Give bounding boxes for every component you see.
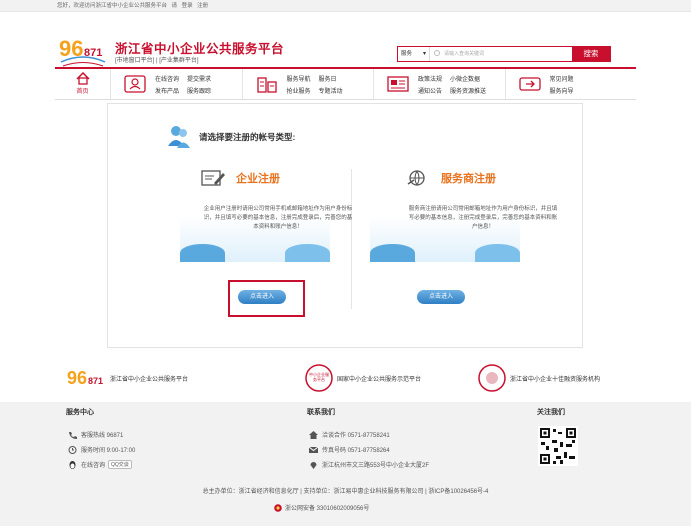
qq-chat-button[interactable]: QQ交谈 — [108, 460, 132, 469]
nav-group-consult: 在线咨询 提交需求 发布产品 服务跟踪 — [110, 69, 242, 99]
top-bar: 您好，欢迎访问浙江省中小企业公共服务平台 请 登录 注册 — [0, 0, 691, 12]
nav-service-guide[interactable]: 服务导航 — [287, 74, 311, 83]
nav-micro-data[interactable]: 小微企数据 — [450, 74, 486, 83]
provider-enter-button[interactable]: 点击进入 — [417, 290, 465, 304]
mail-icon — [309, 446, 318, 453]
hotline: 客服热线 96871 — [68, 430, 123, 439]
award-seal-icon — [478, 364, 506, 392]
main-nav: 首页 在线咨询 提交需求 发布产品 服务跟踪 服务导航 服务日 抢业服务 专题活… — [55, 67, 636, 100]
login-link[interactable]: 登录 — [182, 3, 193, 9]
svg-text:96: 96 — [67, 368, 87, 388]
login-prompt: 请 — [171, 3, 178, 9]
nav-special-events[interactable]: 专题活动 — [319, 86, 343, 95]
clock-icon — [68, 445, 77, 454]
header: 96 871 浙江省中小企业公共服务平台 [市地窗口平台] | [产业集群平台]… — [0, 12, 691, 67]
location-pin-icon — [310, 461, 317, 469]
follow-heading: 关注我们 — [537, 409, 565, 416]
globe-icon — [407, 170, 425, 186]
home-icon — [75, 72, 90, 85]
nav-home-label: 首页 — [76, 89, 89, 95]
phone-icon — [69, 431, 77, 439]
provider-title: 服务商注册 — [441, 173, 496, 185]
nav-group-policy: 政策法规 小微企数据 通知公告 服务资源推送 — [373, 69, 505, 99]
svg-text:871: 871 — [88, 376, 103, 386]
provider-desc: 服务商注册请用公司常用邮箱地址作为用户身份标识，并且填写必要的基本信息，注册完成… — [408, 206, 558, 230]
police-text: 浙公网安备 33010602009056号 — [285, 506, 370, 512]
registration-panel: 请选择要注册的帐号类型: 企业注册 企业用户注册时请用公司常用手机或邮箱地址作为… — [107, 103, 583, 348]
partner-top-ten-label: 浙江省中小企业十佳融资服务机构 — [510, 376, 601, 383]
coop-text: 洽谈合作 0571-87758241 — [322, 433, 390, 439]
search-type-select[interactable]: 服务 — [398, 47, 430, 61]
qr-code — [538, 426, 578, 466]
national-seal-text: 中小企业服务平台 — [309, 372, 329, 382]
nav-service-day[interactable]: 服务日 — [319, 74, 343, 83]
nav-resource-push[interactable]: 服务资源推送 — [450, 86, 486, 95]
nav-online-consult[interactable]: 在线咨询 — [155, 74, 179, 83]
online-consult: 在线咨询 QQ交谈 — [68, 460, 132, 469]
building-icon — [256, 77, 277, 93]
cooperation: 洽谈合作 0571-87758241 — [309, 430, 390, 439]
nav-policy[interactable]: 政策法规 — [418, 74, 442, 83]
fax: 传真号码 0571-87758264 — [309, 445, 390, 454]
nav-industry-service[interactable]: 抢业服务 — [287, 86, 311, 95]
nav-service-tracking[interactable]: 服务跟踪 — [187, 86, 211, 95]
contact-heading: 联系我们 — [307, 409, 335, 416]
partner-national-label: 国家中小企业公共服务示范平台 — [337, 376, 422, 383]
registration-question: 请选择要注册的帐号类型: — [168, 124, 295, 150]
hours-text: 服务时间 9:00-17:00 — [81, 448, 136, 454]
police-badge-icon — [274, 503, 282, 512]
welcome-text: 您好，欢迎访问浙江省中小企业公共服务平台 — [57, 3, 168, 9]
enterprise-desc: 企业用户注册时请用公司常用手机或邮箱地址作为用户身份标识，并且填写必要的基本信息… — [203, 206, 353, 230]
search-button[interactable]: 搜索 — [572, 47, 610, 61]
newspaper-icon — [387, 76, 409, 92]
house-icon — [309, 430, 318, 439]
search-icon — [434, 50, 440, 56]
service-center-heading: 服务中心 — [66, 409, 94, 416]
logo-96871-small: 96 871 — [67, 368, 103, 388]
national-seal: 中小企业服务平台 — [305, 364, 333, 392]
nav-home[interactable]: 首页 — [55, 69, 110, 99]
address-text: 浙江杭州市文三路553号中小企业大厦2F — [322, 463, 430, 469]
edit-document-icon — [201, 170, 225, 186]
fax-text: 传真号码 0571-87758264 — [322, 448, 390, 454]
address: 浙江杭州市文三路553号中小企业大厦2F — [309, 460, 429, 469]
copyright: 总主办单位：浙江省经济和信息化厅 | 支持单位：浙江易中惠企业科技服务有限公司 … — [202, 489, 489, 495]
enterprise-section: 企业注册 企业用户注册时请用公司常用手机或邮箱地址作为用户身份标识，并且填写必要… — [178, 168, 378, 232]
register-link[interactable]: 注册 — [197, 3, 208, 9]
footer: 服务中心 联系我们 关注我们 客服热线 96871 服务时间 9:00-17:0… — [0, 402, 691, 526]
column-divider — [351, 169, 352, 309]
search-input[interactable]: 请输入查询关键词 — [430, 47, 572, 61]
users-icon — [168, 126, 190, 148]
police-record[interactable]: 浙公网安备 33010602009056号 — [274, 503, 369, 512]
nav-service-wizard[interactable]: 服务向导 — [550, 86, 574, 95]
partner-platform[interactable]: 96 871 浙江省中小企业公共服务平台 — [66, 364, 188, 392]
ticket-icon — [518, 77, 541, 91]
site-subtitle[interactable]: [市地窗口平台] | [产业集群平台] — [115, 55, 199, 64]
partners-strip: 96 871 浙江省中小企业公共服务平台 中小企业服务平台 国家中小企业公共服务… — [0, 360, 691, 398]
highlight-box — [228, 280, 305, 317]
hotline-text: 客服热线 96871 — [81, 433, 124, 439]
nav-notices[interactable]: 通知公告 — [418, 86, 442, 95]
nav-submit-request[interactable]: 提交需求 — [187, 74, 211, 83]
search-bar: 服务 请输入查询关键词 搜索 — [397, 46, 611, 62]
search-placeholder: 请输入查询关键词 — [444, 51, 485, 57]
service-hours: 服务时间 9:00-17:00 — [68, 445, 135, 454]
online-text: 在线咨询 — [81, 463, 106, 469]
enterprise-title: 企业注册 — [236, 173, 280, 185]
provider-section: 服务商注册 服务商注册请用公司常用邮箱地址作为用户身份标识，并且填写必要的基本信… — [383, 168, 583, 232]
partner-platform-label: 浙江省中小企业公共服务平台 — [110, 376, 189, 383]
partner-national[interactable]: 中小企业服务平台 国家中小企业公共服务示范平台 — [305, 364, 421, 392]
penguin-icon — [69, 460, 76, 469]
nav-group-service: 服务导航 服务日 抢业服务 专题活动 — [241, 69, 374, 99]
nav-group-help: 常见问题 服务向导 — [504, 69, 637, 99]
question-text: 请选择要注册的帐号类型: — [199, 132, 296, 142]
nav-faq[interactable]: 常见问题 — [550, 74, 574, 83]
partner-top-ten[interactable]: 浙江省中小企业十佳融资服务机构 — [478, 364, 600, 392]
consult-icon — [124, 75, 146, 93]
nav-publish-product[interactable]: 发布产品 — [155, 86, 179, 95]
